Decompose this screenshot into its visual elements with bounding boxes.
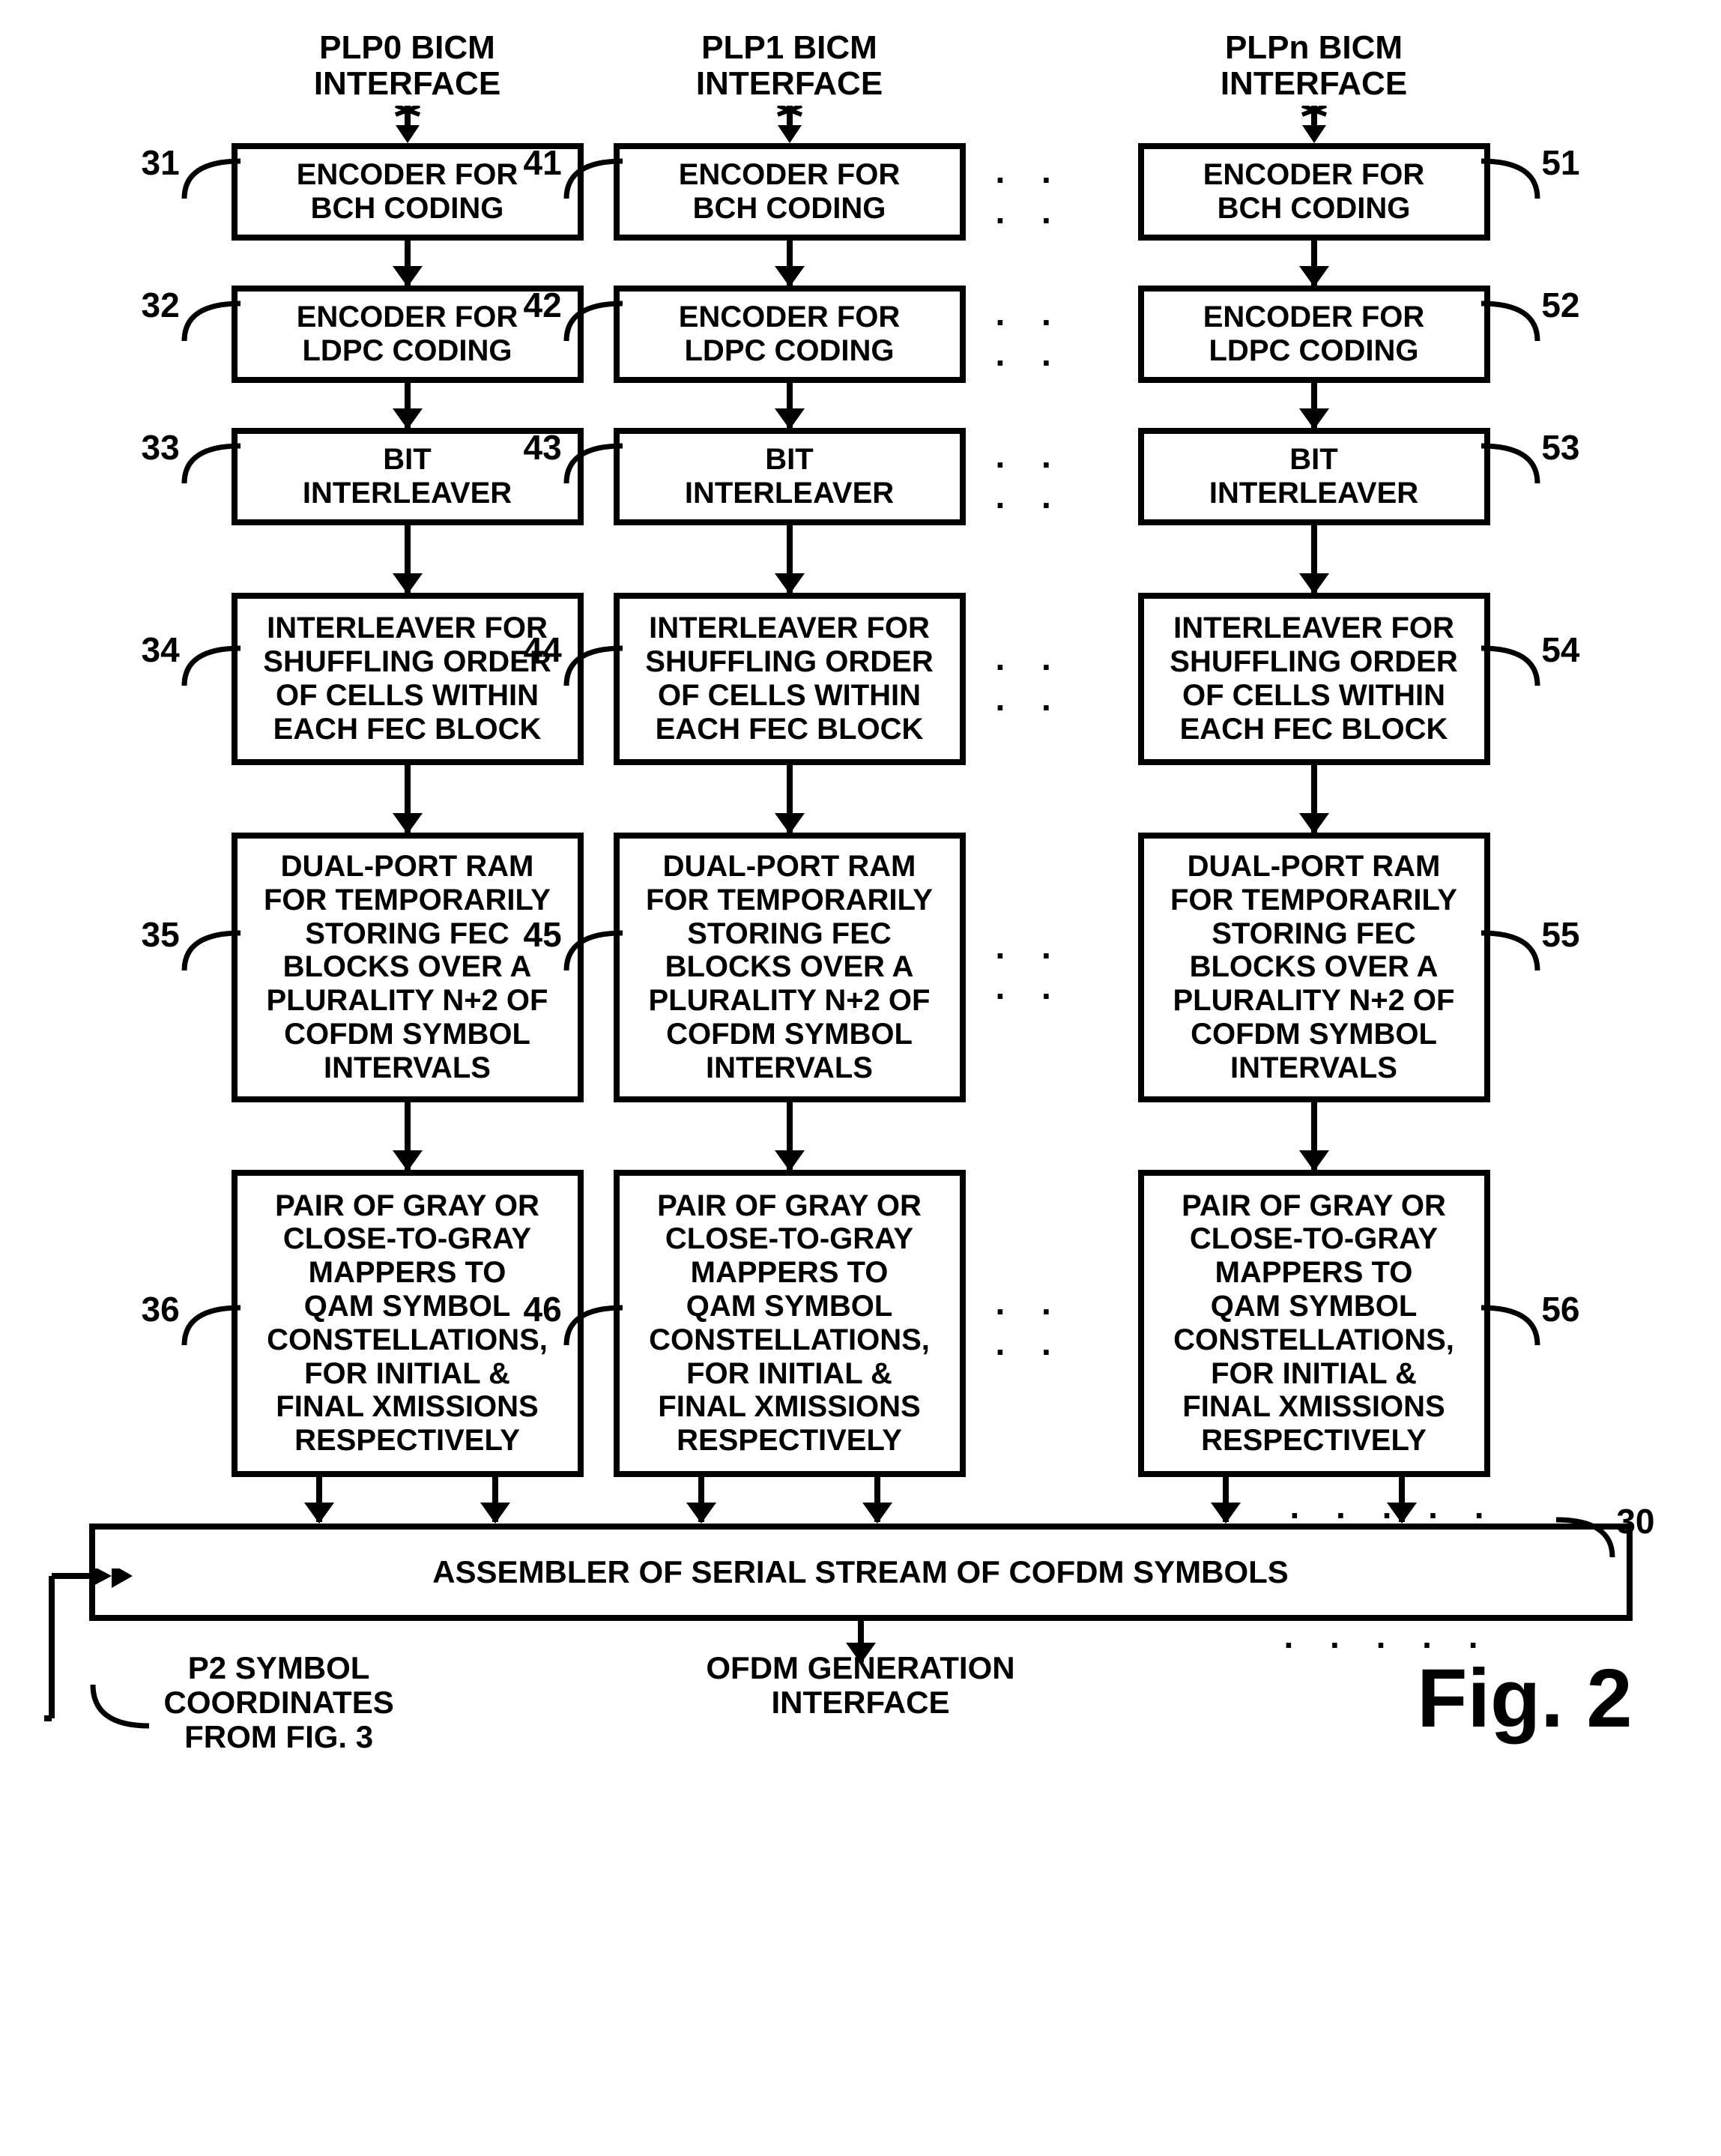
ref-45: 45 [524,914,562,955]
box-mapper-1: PAIR OF GRAY OR CLOSE-TO-GRAY MAPPERS TO… [614,1170,966,1477]
ref-curve-icon [89,1681,157,1748]
ref-56: 56 [1541,1289,1579,1329]
column-plp1: PLP1 BICM INTERFACE ENCODER FOR BCH CODI… [614,30,966,1522]
ref-53: 53 [1541,427,1579,468]
ref-51: 51 [1541,142,1579,183]
box-ram-n: DUAL-PORT RAM FOR TEMPORARILY STORING FE… [1138,833,1490,1102]
header-plp1: PLP1 BICM INTERFACE [696,30,883,103]
header-plpn: PLPn BICM INTERFACE [1221,30,1407,103]
p2-label: P2 SYMBOL COORDINATES FROM FIG. 3 [164,1651,394,1755]
ref-55: 55 [1541,914,1579,955]
p2-label-wrap: P2 SYMBOL COORDINATES FROM FIG. 3 [89,1651,394,1755]
box-mapper-n: PAIR OF GRAY OR CLOSE-TO-GRAY MAPPERS TO… [1138,1170,1490,1477]
ellipsis-icon: . . . . [996,427,1108,525]
ref-32: 32 [142,285,180,325]
ref-41: 41 [524,142,562,183]
dual-arrow-icon [232,1477,584,1522]
arrow-down-icon [787,1102,793,1170]
box-bch-n: ENCODER FOR BCH CODING [1138,143,1490,241]
arrow-down-icon [787,525,793,593]
columns-container: PLP0 BICM INTERFACE ENCODER FOR BCH CODI… [15,30,1706,1522]
ellipsis-icon: . . . . . [1289,1486,1497,1527]
box-assembler: ASSEMBLER OF SERIAL STREAM OF COFDM SYMB… [89,1524,1633,1621]
box-ram-1: DUAL-PORT RAM FOR TEMPORARILY STORING FE… [614,833,966,1102]
arrow-down-icon [787,241,793,286]
arrow-down-icon [787,383,793,428]
ref-43: 43 [524,427,562,468]
arrow-down-icon [393,106,423,143]
box-ldpc-1: ENCODER FOR LDPC CODING [614,286,966,383]
figure-label: Fig. 2 [1417,1651,1632,1746]
column-plpn: PLPn BICM INTERFACE ENCODER FOR BCH CODI… [1138,30,1490,1522]
box-ldpc-n: ENCODER FOR LDPC CODING [1138,286,1490,383]
ref-42: 42 [524,285,562,325]
arrow-down-icon [405,765,411,833]
arrow-down-icon [1311,525,1317,593]
ellipsis-column: . . . . . . . . . . . . . . . . . . . . … [996,30,1108,1522]
bottom-row: P2 SYMBOL COORDINATES FROM FIG. 3 OFDM G… [89,1651,1633,1823]
arrow-down-icon [787,765,793,833]
arrow-down-icon [1311,1102,1317,1170]
ellipsis-icon: . . . . [996,832,1108,1102]
box-shuffle-1: INTERLEAVER FOR SHUFFLING ORDER OF CELLS… [614,593,966,765]
ref-35: 35 [142,914,180,955]
ref-31: 31 [142,142,180,183]
ellipsis-icon: . . . . [996,592,1108,764]
dual-arrow-icon [614,1477,966,1522]
ellipsis-icon: . . . . [996,142,1108,240]
arrow-down-icon [1311,241,1317,286]
arrow-down-icon [405,241,411,286]
box-shuffle-0: INTERLEAVER FOR SHUFFLING ORDER OF CELLS… [232,593,584,765]
ref-30: 30 [1616,1501,1654,1541]
arrow-down-icon [1311,765,1317,833]
ref-34: 34 [142,629,180,670]
ref-52: 52 [1541,285,1579,325]
ref-46: 46 [524,1289,562,1329]
block-diagram: PLP0 BICM INTERFACE ENCODER FOR BCH CODI… [15,30,1706,1823]
box-bch-1: ENCODER FOR BCH CODING [614,143,966,241]
ref-44: 44 [524,629,562,670]
ellipsis-icon: . . . . . [1283,1616,1491,1656]
box-ram-0: DUAL-PORT RAM FOR TEMPORARILY STORING FE… [232,833,584,1102]
arrow-down-icon [405,383,411,428]
arrow-down-icon [405,1102,411,1170]
box-bit-1: BIT INTERLEAVER [614,428,966,525]
box-bit-n: BIT INTERLEAVER [1138,428,1490,525]
ellipsis-icon: . . . . [996,285,1108,382]
arrow-down-icon [1311,383,1317,428]
box-shuffle-n: INTERLEAVER FOR SHUFFLING ORDER OF CELLS… [1138,593,1490,765]
ref-33: 33 [142,427,180,468]
ofdm-label: OFDM GENERATION INTERFACE [706,1651,1014,1720]
arrow-down-icon [405,525,411,593]
header-plp0: PLP0 BICM INTERFACE [314,30,500,103]
ref-36: 36 [142,1289,180,1329]
ellipsis-icon: . . . . [996,1169,1108,1476]
ref-54: 54 [1541,629,1579,670]
assembler-wrap: . . . . . ASSEMBLER OF SERIAL STREAM OF … [89,1524,1633,1621]
arrow-down-icon [1299,106,1329,143]
arrow-down-icon [775,106,805,143]
